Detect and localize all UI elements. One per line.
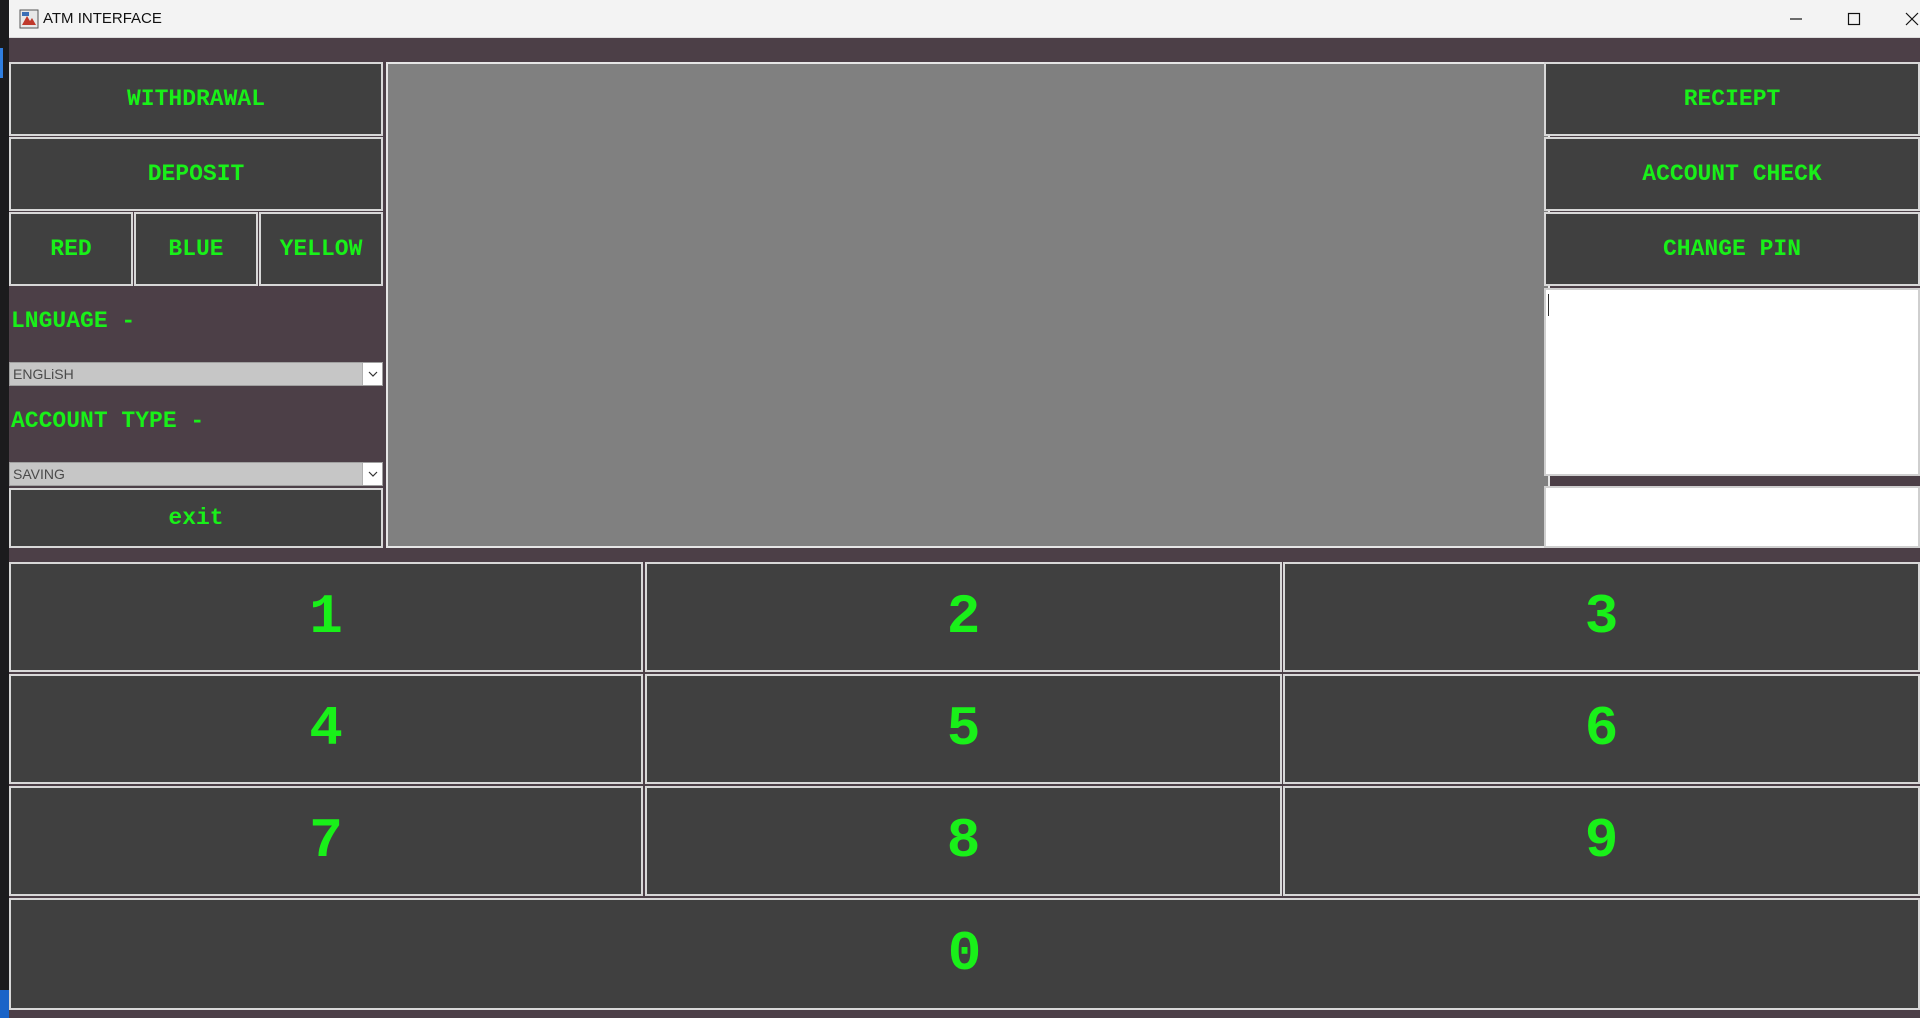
keypad-key-5[interactable]: 5 xyxy=(645,674,1282,784)
close-icon xyxy=(1905,12,1919,26)
keypad-key-8[interactable]: 8 xyxy=(645,786,1282,896)
language-label: LNGUAGE - xyxy=(11,308,136,334)
maximize-button[interactable] xyxy=(1825,0,1883,38)
account-check-button[interactable]: ACCOUNT CHECK xyxy=(1544,137,1920,211)
language-select[interactable]: ENGLiSH xyxy=(9,362,383,386)
taskbar-accent xyxy=(0,48,3,78)
exit-button[interactable]: exit xyxy=(9,488,383,548)
minimize-icon xyxy=(1790,18,1802,20)
minimize-button[interactable] xyxy=(1767,0,1825,38)
keypad-key-9[interactable]: 9 xyxy=(1283,786,1920,896)
keypad-key-6[interactable]: 6 xyxy=(1283,674,1920,784)
close-button[interactable] xyxy=(1883,0,1920,38)
desktop-edge xyxy=(0,0,9,1018)
account-type-label: ACCOUNT TYPE - xyxy=(11,408,205,434)
theme-red-button[interactable]: RED xyxy=(9,212,133,286)
output-text-area[interactable] xyxy=(1544,288,1920,476)
theme-yellow-button[interactable]: YELLOW xyxy=(259,212,383,286)
text-cursor xyxy=(1548,294,1549,316)
taskbar-accent-bottom xyxy=(0,990,9,1018)
chevron-down-icon xyxy=(362,463,382,485)
atm-display-screen xyxy=(386,62,1550,548)
keypad-key-7[interactable]: 7 xyxy=(9,786,643,896)
input-text-field[interactable] xyxy=(1544,486,1920,548)
window-title: ATM INTERFACE xyxy=(43,10,162,27)
keypad-key-1[interactable]: 1 xyxy=(9,562,643,672)
deposit-button[interactable]: DEPOSIT xyxy=(9,137,383,211)
account-type-value: SAVING xyxy=(13,466,65,482)
keypad-key-4[interactable]: 4 xyxy=(9,674,643,784)
account-type-select[interactable]: SAVING xyxy=(9,462,383,486)
language-value: ENGLiSH xyxy=(13,366,74,382)
keypad-key-0[interactable]: 0 xyxy=(9,898,1920,1010)
maximize-icon xyxy=(1847,12,1861,26)
app-icon xyxy=(19,9,39,29)
change-pin-button[interactable]: CHANGE PIN xyxy=(1544,212,1920,286)
atm-window-content: WITHDRAWAL DEPOSIT RED BLUE YELLOW LNGUA… xyxy=(9,38,1920,1018)
theme-blue-button[interactable]: BLUE xyxy=(134,212,258,286)
receipt-button[interactable]: RECIEPT xyxy=(1544,62,1920,136)
title-bar: ATM INTERFACE xyxy=(9,0,1920,38)
keypad-key-2[interactable]: 2 xyxy=(645,562,1282,672)
keypad-key-3[interactable]: 3 xyxy=(1283,562,1920,672)
chevron-down-icon xyxy=(362,363,382,385)
withdrawal-button[interactable]: WITHDRAWAL xyxy=(9,62,383,136)
